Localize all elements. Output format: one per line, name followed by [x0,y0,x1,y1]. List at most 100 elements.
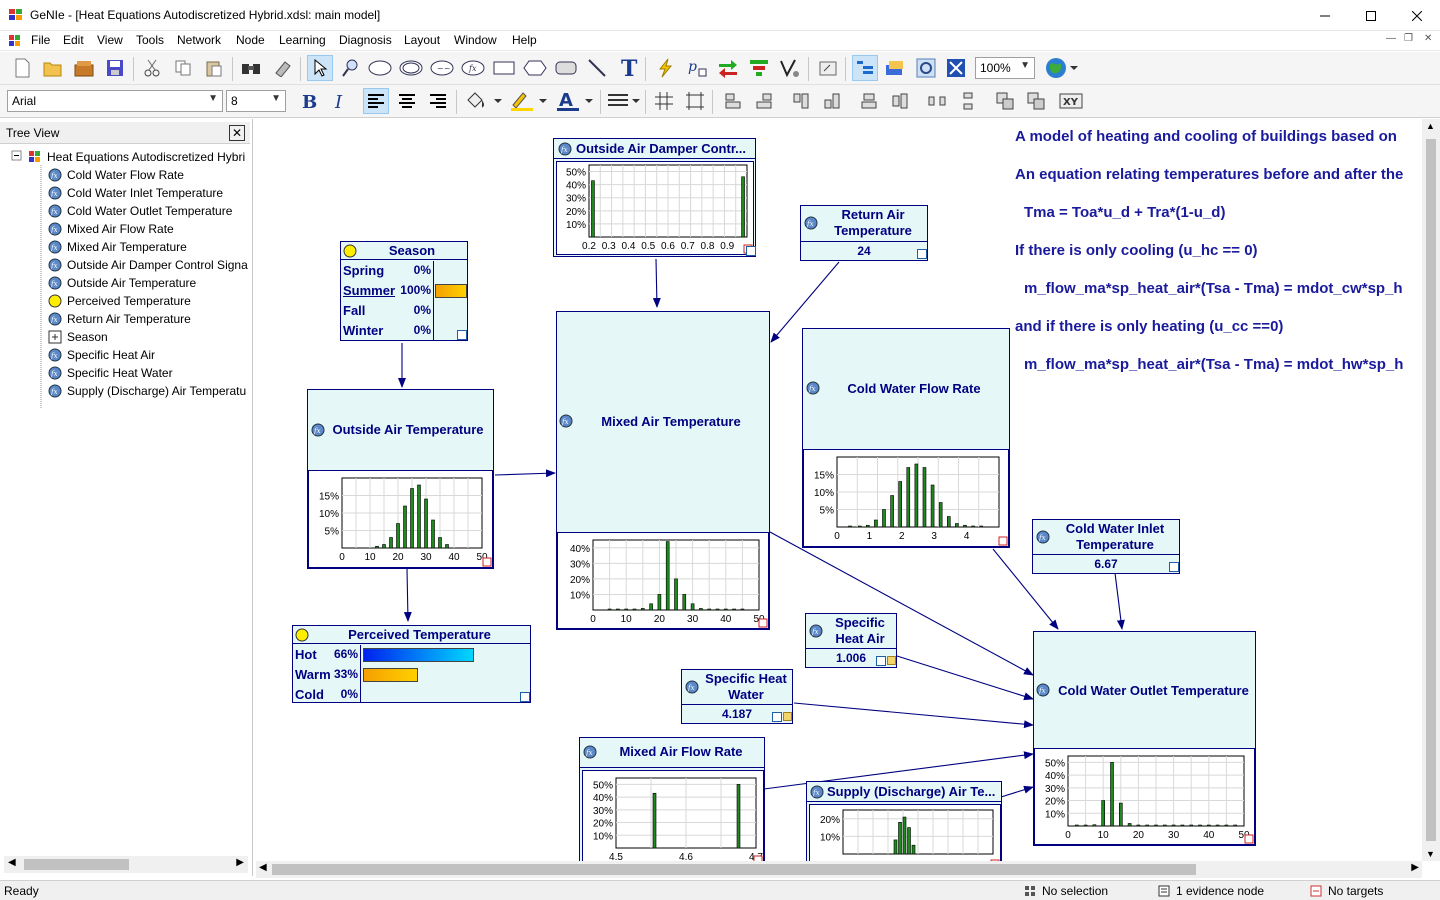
save-button[interactable] [102,55,128,81]
state-label[interactable]: Summer [343,283,395,298]
mdi-minimize-icon[interactable]: — [1386,33,1396,44]
align-center-button[interactable] [394,88,420,114]
arrows-button[interactable] [715,55,741,81]
mdi-restore-icon[interactable]: ❐ [1404,33,1413,44]
tree-item[interactable]: fx Cold Water Flow Rate [48,166,184,184]
space-down-button[interactable] [955,88,981,114]
tree-item[interactable]: fx Specific Heat Air [48,346,155,364]
probability-button[interactable]: p [684,55,710,81]
validate-button[interactable] [777,55,803,81]
tree-item[interactable]: Perceived Temperature [48,292,191,310]
paste-button[interactable] [201,55,227,81]
menu-node[interactable]: Node [236,33,265,47]
node-cold-water-flow-rate[interactable]: fx Cold Water Flow Rate 15% 10% 5% 0 1 2 3 4 [802,328,1010,548]
zoom-select[interactable]: 100% ▼ [975,57,1035,79]
checkbox-icon[interactable] [876,656,886,666]
scroll-thumb[interactable] [1426,139,1436,841]
checkbox-icon[interactable] [746,246,756,256]
node-cold-water-outlet-temperature[interactable]: fx Cold Water Outlet Temperature 50% 40% 3… [1033,631,1256,846]
network-canvas[interactable]: fx Outside Air Damper Contr... 50% 40% 30%… [256,119,1422,861]
tree-view-toggle[interactable] [852,55,878,81]
node-supply-air-temperature[interactable]: fx Supply (Discharge) Air Te... 20% 10% [806,781,1002,861]
tree-item[interactable]: fx Outside Air Temperature [48,274,196,292]
checkbox-icon[interactable] [772,712,782,722]
same-width-button[interactable] [992,88,1018,114]
note-icon[interactable] [783,712,792,721]
font-name-select[interactable]: Arial ▼ [7,90,223,112]
checkbox-icon[interactable] [758,618,768,628]
tree-item[interactable]: fx Mixed Air Flow Rate [48,220,174,238]
tree-item[interactable]: fx Outside Air Damper Control Signa [48,256,248,274]
formula-node-tool[interactable]: fx [460,55,486,81]
annotation-line-1[interactable]: A model of heating and cooling of buildi… [1015,128,1397,145]
scroll-thumb[interactable] [24,859,129,870]
scroll-right-icon[interactable]: ▶ [1411,862,1419,873]
annotation-line-6[interactable]: and if there is only heating (u_cc ==0) [1015,318,1283,335]
filter-button[interactable] [746,55,772,81]
node-specific-heat-air[interactable]: fx Specific Heat Air 1.006 [805,613,897,668]
align-left-button[interactable] [363,88,389,114]
note-icon[interactable] [887,656,896,665]
menu-learning[interactable]: Learning [279,33,326,47]
menu-help[interactable]: Help [512,33,537,47]
align-bottoms-button[interactable] [819,88,845,114]
copy-button[interactable] [170,55,196,81]
align-right-button[interactable] [425,88,451,114]
maximize-button[interactable] [1348,0,1394,31]
select-tool[interactable] [307,55,333,81]
align-tops-button[interactable] [788,88,814,114]
line-tool[interactable] [584,55,610,81]
annotation-line-2[interactable]: An equation relating temperatures before… [1015,166,1403,183]
find-button[interactable] [238,55,264,81]
menu-tools[interactable]: Tools [136,33,164,47]
node-season[interactable]: Season Spring 0% Summer 100% Fall 0% Winter 0% [340,241,468,341]
canvas-horizontal-scrollbar[interactable]: ◀ ▶ [256,861,1422,878]
open-button[interactable] [40,55,66,81]
scroll-right-icon[interactable]: ▶ [236,857,244,868]
state-label[interactable]: Fall [343,303,365,318]
zoom-tool[interactable] [337,55,363,81]
tree-item[interactable]: fx Specific Heat Water [48,364,173,382]
state-label[interactable]: Hot [295,647,317,662]
tree-item[interactable]: fx Supply (Discharge) Air Temperatu [48,382,246,400]
node-mixed-air-temperature[interactable]: fx Mixed Air Temperature 40% 30% 20% 10% 0 10… [556,311,770,630]
checkbox-icon[interactable] [1244,834,1254,844]
bold-button[interactable]: B [295,88,321,114]
deterministic-node-tool[interactable] [398,55,424,81]
align-lefts-button[interactable] [720,88,746,114]
node-cold-water-inlet-temperature[interactable]: fx Cold Water Inlet Temperature 6.67 [1032,519,1180,574]
close-button[interactable] [1394,0,1440,31]
scroll-down-icon[interactable]: ▼ [1426,849,1435,859]
menu-network[interactable]: Network [177,33,221,47]
canvas-vertical-scrollbar[interactable]: ▲ ▼ [1422,119,1440,861]
new-button[interactable] [9,55,35,81]
scroll-left-icon[interactable]: ◀ [259,862,267,873]
same-height-button[interactable] [1023,88,1049,114]
equation-node-tool[interactable]: ~~ [429,55,455,81]
text-tool[interactable]: T [616,55,642,81]
rounded-rect-tool[interactable] [553,55,579,81]
menu-edit[interactable]: Edit [63,33,84,47]
expand-icon[interactable] [457,330,467,340]
line-color-button[interactable] [508,88,548,114]
state-label[interactable]: Winter [343,323,383,338]
tree-horizontal-scrollbar[interactable]: ◀ ▶ [4,856,248,873]
scroll-left-icon[interactable]: ◀ [8,857,16,868]
case-manager-button[interactable] [882,55,908,81]
scroll-thumb[interactable] [272,864,1196,875]
tree-root[interactable]: Heat Equations Autodiscretized Hybri [28,148,245,166]
menu-window[interactable]: Window [454,33,497,47]
fill-color-button[interactable] [463,88,503,114]
update-button[interactable] [653,55,679,81]
minimize-button[interactable] [1302,0,1348,31]
tree-item[interactable]: fx Mixed Air Temperature [48,238,187,256]
globe-button[interactable] [1044,55,1080,81]
font-size-select[interactable]: 8 ▼ [226,90,286,112]
menu-layout[interactable]: Layout [404,33,440,47]
tree-item[interactable]: Season [48,328,108,346]
checkbox-icon[interactable] [1169,562,1179,572]
scroll-up-icon[interactable]: ▲ [1426,121,1435,131]
align-middles-button[interactable] [887,88,913,114]
node-outside-air-damper[interactable]: fx Outside Air Damper Contr... 50% 40% 30%… [553,138,756,257]
node-mixed-air-flow-rate[interactable]: fx Mixed Air Flow Rate 50% 40% 30% 20% 10% 4.… [579,737,765,861]
